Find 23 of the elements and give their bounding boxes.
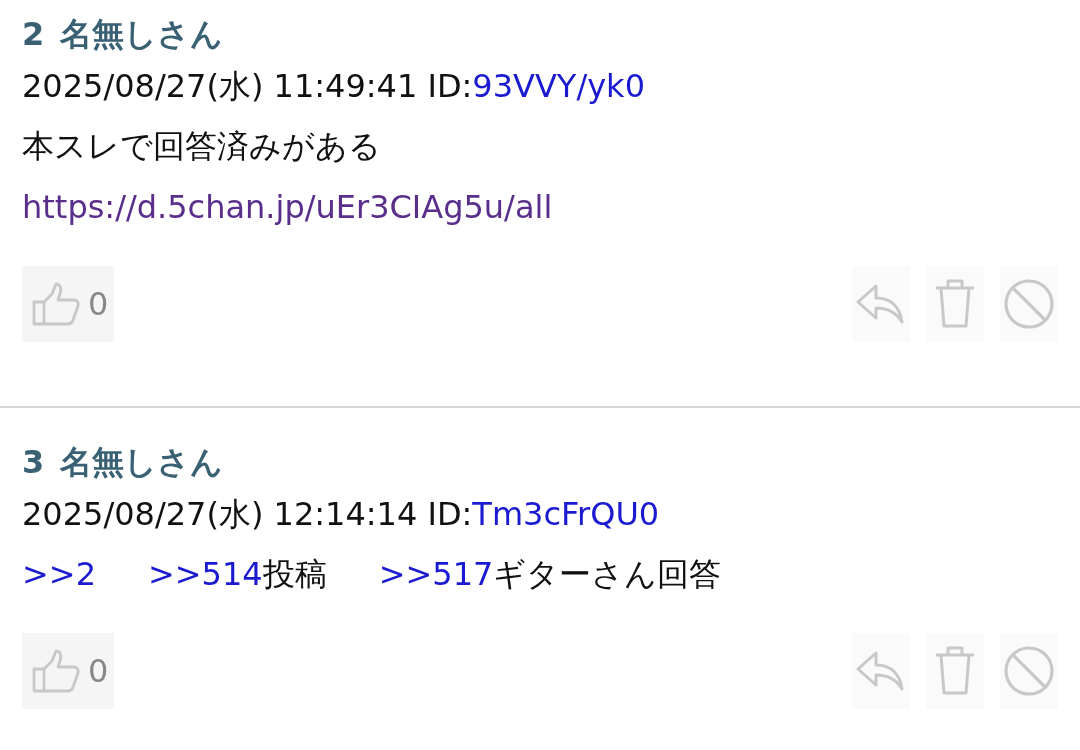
post-text: ギターさん回答 bbox=[493, 554, 722, 596]
block-icon bbox=[1003, 645, 1055, 698]
post-header: 2 名無しさん bbox=[22, 14, 225, 55]
reply-anchor-link[interactable]: >>514 bbox=[148, 544, 263, 606]
trash-icon bbox=[934, 645, 976, 698]
trash-icon bbox=[934, 278, 976, 330]
reply-anchor-link[interactable]: >>517 bbox=[378, 544, 494, 606]
delete-button[interactable] bbox=[926, 633, 984, 710]
reply-button[interactable] bbox=[852, 266, 910, 342]
poster-id-link[interactable]: 93VVY/yk0 bbox=[472, 55, 645, 117]
block-button[interactable] bbox=[1000, 633, 1058, 710]
block-icon bbox=[1003, 278, 1055, 330]
block-button[interactable] bbox=[1000, 266, 1058, 342]
reply-button[interactable] bbox=[852, 633, 910, 710]
post-date: 2025/08/27(水) 11:49:41 ID: bbox=[22, 65, 473, 107]
post-text: 投稿 bbox=[262, 554, 327, 596]
delete-button[interactable] bbox=[926, 266, 984, 342]
post-header: 3 名無しさん bbox=[22, 442, 225, 483]
poster-id-link[interactable]: Tm3cFrQU0 bbox=[472, 483, 660, 545]
url-link[interactable]: https://d.5chan.jp/uEr3CIAg5u/all bbox=[22, 177, 553, 238]
post-text: 本スレで回答済みがある bbox=[22, 126, 381, 168]
post-date: 2025/08/27(水) 12:14:14 ID: bbox=[22, 493, 473, 535]
reply-anchor-link[interactable]: >>2 bbox=[22, 544, 96, 606]
